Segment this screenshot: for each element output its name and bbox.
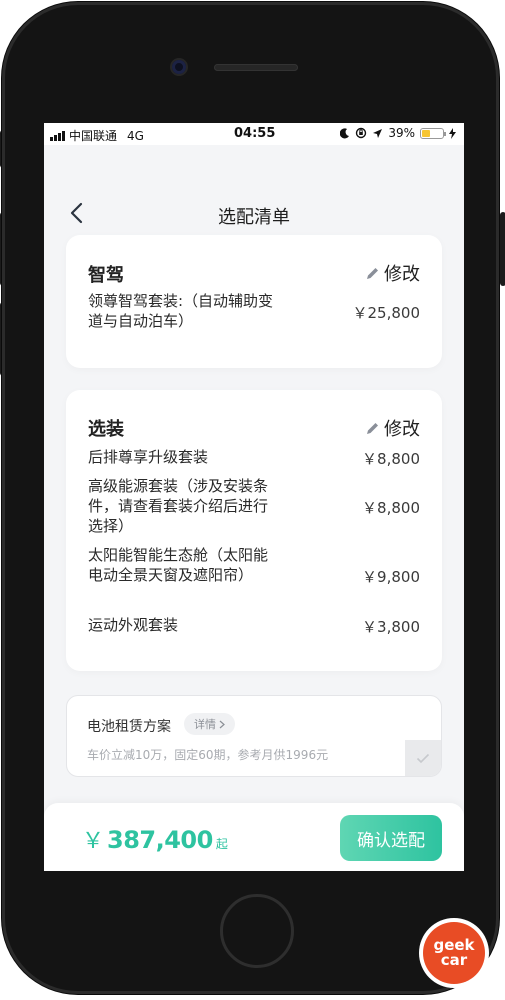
price-suffix: 起 (215, 837, 228, 851)
checkmark-icon (416, 753, 430, 763)
select-checkbox[interactable] (405, 740, 441, 776)
app-screen: 中国联通 4G 04:55 39% 选配清单 智驾 修改 领尊智驾套装:（自动辅… (44, 123, 464, 871)
location-icon (373, 128, 383, 138)
status-bar: 中国联通 4G 04:55 39% (44, 123, 464, 145)
option-item-name: 太阳能智能生态舱（太阳能电动全景天窗及遮阳帘） (88, 546, 269, 584)
chevron-right-icon (219, 720, 225, 728)
detail-button[interactable]: 详情 (184, 713, 235, 735)
geekcar-logo-mark: geek car (423, 922, 485, 984)
currency-symbol: ￥ (82, 829, 105, 854)
mute-switch (0, 130, 1, 168)
option-item-name: 领尊智驾套装:（自动辅助变道与自动泊车） (88, 292, 274, 330)
option-item-price: ￥3,800 (362, 618, 420, 636)
option-item-price: ￥25,800 (352, 304, 421, 322)
home-button[interactable] (220, 894, 294, 968)
earpiece-speaker (214, 64, 298, 71)
power-button (500, 212, 505, 286)
options-title: 选装 (88, 419, 124, 440)
volume-down-button (0, 302, 1, 376)
option-item-name: 后排尊享升级套装 (88, 448, 209, 466)
rotation-lock-icon (356, 127, 367, 139)
battery-lease-description: 车价立减10万，固定60期，参考月供1996元 (87, 748, 329, 762)
option-item-price: ￥9,800 (362, 568, 420, 586)
volume-up-button (0, 212, 1, 286)
moon-icon (340, 127, 350, 138)
battery-percent: 39% (388, 126, 415, 140)
smart-drive-edit-button[interactable]: 修改 (365, 260, 420, 286)
status-right: 39% (340, 126, 456, 140)
total-amount: 387,400 (107, 826, 213, 854)
signal-icon (50, 130, 65, 141)
edit-label: 修改 (384, 419, 420, 440)
option-item-name: 运动外观套装 (88, 616, 179, 634)
option-item-name: 高级能源套装（涉及安装条件，请查看套装介绍后进行选择） (88, 477, 269, 535)
status-left: 中国联通 4G (50, 127, 144, 144)
battery-lease-title: 电池租赁方案 (87, 719, 171, 735)
status-time: 04:55 (234, 126, 276, 141)
options-card: 选装 修改 后排尊享升级套装 ￥8,800 高级能源套装（涉及安装条件，请查看套… (66, 390, 442, 671)
options-edit-button[interactable]: 修改 (365, 415, 420, 441)
bottom-bar: ￥ 387,400 起 确认选配 (44, 803, 464, 871)
page-title: 选配清单 (218, 207, 290, 228)
option-item-price: ￥8,800 (362, 450, 420, 468)
total-price: ￥ 387,400 起 (82, 823, 228, 855)
smart-drive-card: 智驾 修改 领尊智驾套装:（自动辅助变道与自动泊车） ￥25,800 (66, 235, 442, 368)
network-type: 4G (127, 128, 144, 143)
edit-label: 修改 (384, 264, 420, 285)
detail-label: 详情 (194, 718, 216, 731)
front-camera (172, 60, 186, 74)
battery-icon (420, 127, 446, 139)
pencil-icon (367, 422, 378, 434)
option-item-price: ￥8,800 (362, 499, 420, 517)
navigation-bar: 选配清单 (44, 145, 464, 235)
geekcar-logo: geek car (419, 918, 489, 988)
battery-lease-card[interactable]: 电池租赁方案 详情 车价立减10万，固定60期，参考月供1996元 (66, 695, 442, 777)
confirm-button[interactable]: 确认选配 (340, 815, 442, 861)
smart-drive-title: 智驾 (88, 265, 124, 286)
carrier-name: 中国联通 (69, 129, 118, 143)
pencil-icon (367, 267, 378, 279)
charging-icon (449, 127, 456, 139)
